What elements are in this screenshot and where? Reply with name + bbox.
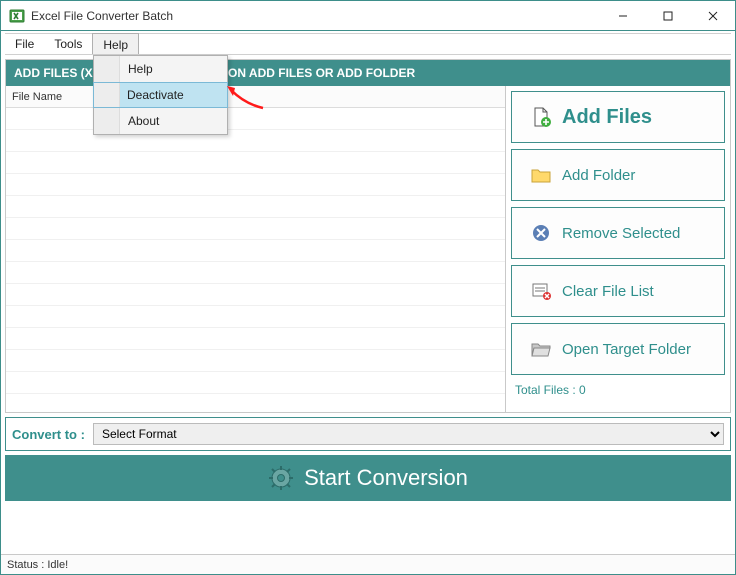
column-header-filename[interactable]: File Name [6, 86, 505, 108]
app-icon [9, 8, 25, 24]
add-files-button[interactable]: Add Files [511, 91, 725, 143]
add-folder-button[interactable]: Add Folder [511, 149, 725, 201]
add-file-icon [530, 106, 552, 128]
window-title: Excel File Converter Batch [31, 9, 600, 23]
gear-icon [268, 465, 294, 491]
convert-row: Convert to : Select Format [5, 417, 731, 451]
app-window: Excel File Converter Batch File Tools He… [0, 0, 736, 575]
menu-help[interactable]: Help [92, 33, 139, 54]
convert-to-label: Convert to : [12, 427, 85, 442]
menu-file[interactable]: File [5, 34, 44, 54]
remove-icon [530, 222, 552, 244]
open-target-folder-button[interactable]: Open Target Folder [511, 323, 725, 375]
action-sidebar: Add Files Add Folder Remove Selected [506, 86, 730, 412]
start-conversion-button[interactable]: Start Conversion [5, 455, 731, 501]
help-menu-deactivate[interactable]: Deactivate [93, 82, 228, 108]
help-menu-about[interactable]: About [94, 108, 227, 134]
titlebar: Excel File Converter Batch [1, 1, 735, 31]
minimize-button[interactable] [600, 1, 645, 30]
help-menu-help[interactable]: Help [94, 56, 227, 82]
file-rows-area[interactable] [6, 108, 505, 412]
status-bar: Status : Idle! [1, 554, 735, 574]
clear-list-icon [530, 280, 552, 302]
total-files-label: Total Files : 0 [511, 381, 725, 399]
clear-file-list-button[interactable]: Clear File List [511, 265, 725, 317]
file-grid: File Name [6, 86, 506, 412]
maximize-button[interactable] [645, 1, 690, 30]
folder-icon [530, 164, 552, 186]
help-dropdown: Help Deactivate About [93, 55, 228, 135]
menu-tools[interactable]: Tools [44, 34, 92, 54]
open-folder-icon [530, 338, 552, 360]
status-text: Status : Idle! [7, 559, 68, 571]
close-button[interactable] [690, 1, 735, 30]
remove-selected-button[interactable]: Remove Selected [511, 207, 725, 259]
format-select[interactable]: Select Format [93, 423, 724, 445]
menubar: File Tools Help Help Deactivate About [5, 33, 731, 55]
